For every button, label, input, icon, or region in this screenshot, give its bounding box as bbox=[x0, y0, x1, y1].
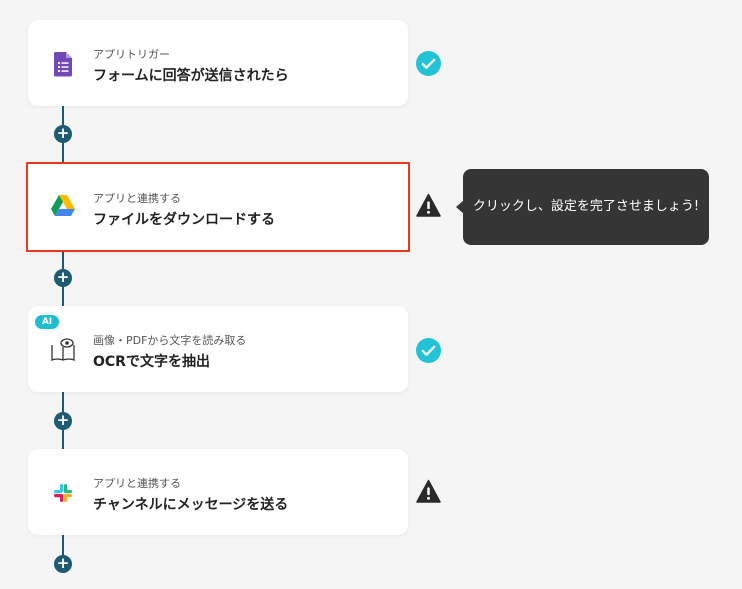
google-forms-icon bbox=[54, 52, 72, 77]
google-drive-icon bbox=[51, 195, 75, 216]
setup-tooltip: クリックし、設定を完了させましょう! bbox=[456, 169, 709, 245]
add-step-button[interactable]: + bbox=[54, 555, 72, 573]
step-category: アプリトリガー bbox=[93, 48, 170, 61]
flow-step-download-file[interactable]: アプリと連携する ファイルをダウンロードする bbox=[26, 162, 410, 252]
ai-badge: AI bbox=[35, 315, 59, 329]
ocr-book-eye-icon bbox=[51, 338, 75, 361]
step-title: OCRで文字を抽出 bbox=[93, 354, 210, 370]
step-title: ファイルをダウンロードする bbox=[93, 212, 275, 228]
step-title: チャンネルにメッセージを送る bbox=[93, 497, 289, 513]
check-icon bbox=[416, 338, 441, 363]
slack-icon bbox=[54, 484, 72, 502]
step-title: フォームに回答が送信されたら bbox=[93, 68, 289, 84]
add-step-button[interactable]: + bbox=[54, 269, 72, 287]
warning-icon bbox=[416, 193, 441, 217]
flow-step-ocr[interactable]: 画像・PDFから文字を読み取る OCRで文字を抽出 bbox=[28, 306, 408, 392]
check-icon bbox=[416, 51, 441, 76]
warning-icon bbox=[416, 479, 441, 503]
step-category: アプリと連携する bbox=[93, 192, 181, 205]
add-step-button[interactable]: + bbox=[54, 125, 72, 143]
flow-step-slack-message[interactable]: アプリと連携する チャンネルにメッセージを送る bbox=[28, 449, 408, 535]
flow-step-form-trigger[interactable]: アプリトリガー フォームに回答が送信されたら bbox=[28, 20, 408, 106]
step-category: 画像・PDFから文字を読み取る bbox=[93, 334, 247, 347]
step-category: アプリと連携する bbox=[93, 477, 181, 490]
add-step-button[interactable]: + bbox=[54, 412, 72, 430]
